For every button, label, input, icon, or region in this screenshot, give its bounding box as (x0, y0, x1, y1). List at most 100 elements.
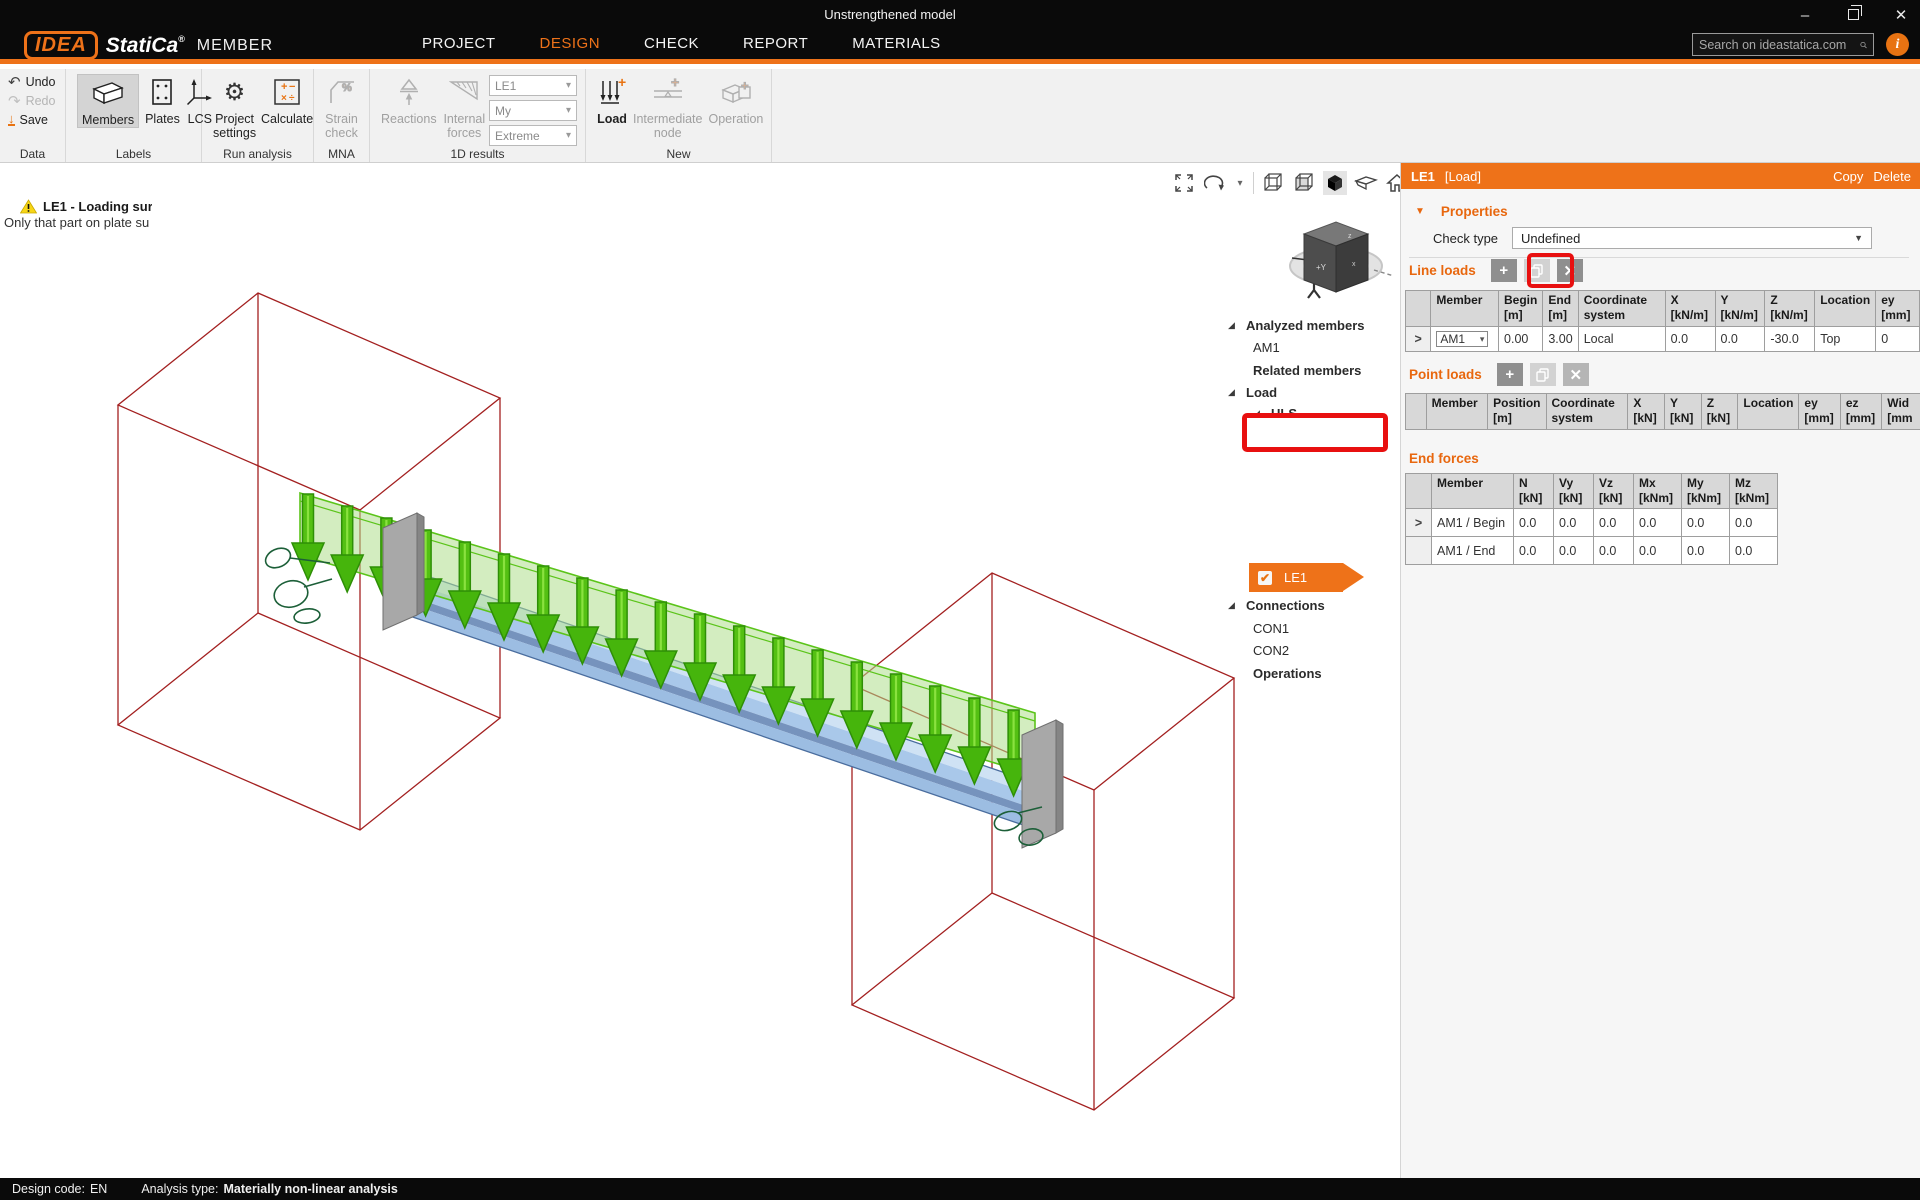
rotate-options-chevron[interactable]: ▾ (1234, 171, 1246, 195)
add-point-load-button[interactable]: + (1497, 363, 1523, 386)
zoom-fit-button[interactable] (1172, 171, 1196, 195)
navigation-cube[interactable]: +Y z x (1278, 208, 1398, 308)
line-loads-table: Member Begin[m] End[m] Coordinatesystem … (1405, 290, 1920, 352)
group-label-1d-results: 1D results (370, 147, 585, 161)
tree-item-load[interactable]: ◢Load (1228, 385, 1277, 400)
transparent-view-button[interactable] (1292, 171, 1316, 195)
result-component-dropdown[interactable]: My▾ (489, 100, 577, 121)
expander-icon[interactable]: ◢ (1228, 387, 1238, 398)
menu-materials[interactable]: MATERIALS (830, 30, 962, 59)
tree-item-related-members[interactable]: Related members (1253, 363, 1361, 378)
wireframe-view-button[interactable] (1261, 171, 1285, 195)
rotate-icon (1204, 173, 1226, 193)
z-cell[interactable]: -30.0 (1765, 327, 1815, 352)
info-icon[interactable]: i (1886, 33, 1909, 56)
extreme-dropdown[interactable]: Extreme▾ (489, 125, 577, 146)
calculate-button[interactable]: +−×÷ Calculate (262, 74, 312, 126)
delete-button[interactable]: Delete (1873, 169, 1911, 184)
zoom-fit-icon (1174, 173, 1194, 193)
warning-title: LE1 - Loading surfa (43, 199, 152, 214)
check-type-dropdown[interactable]: Undefined ▼ (1512, 227, 1872, 249)
svg-text:x: x (1352, 261, 1356, 268)
strain-check-button[interactable]: % Strain check (325, 74, 358, 141)
tree-item-operations[interactable]: Operations (1253, 666, 1322, 681)
properties-panel: LE1 [Load] Copy Delete ▼ Properties Chec… (1400, 163, 1920, 1178)
x-cell[interactable]: 0.0 (1665, 327, 1715, 352)
row-selector[interactable]: > (1406, 327, 1431, 352)
clip-view-button[interactable] (1354, 171, 1378, 195)
svg-text:+Y: +Y (1316, 263, 1327, 272)
ribbon-group-1d-results: Reactions Internal forces LE1▾ My▾ Extre… (370, 69, 586, 162)
tree-item-am1[interactable]: AM1 (1253, 340, 1280, 355)
svg-text:÷: ÷ (289, 93, 295, 104)
ey-cell[interactable]: 0 (1876, 327, 1920, 352)
chevron-down-icon: ▼ (1854, 233, 1863, 243)
svg-text:×: × (281, 93, 287, 104)
menu-report[interactable]: REPORT (721, 30, 830, 59)
tree-item-connections[interactable]: ◢Connections (1228, 598, 1325, 613)
restore-button[interactable] (1842, 7, 1864, 24)
panel-header: LE1 [Load] Copy Delete (1401, 163, 1920, 189)
begin-cell[interactable]: 0.00 (1499, 327, 1543, 352)
load-effect-dropdown[interactable]: LE1▾ (489, 75, 577, 96)
add-line-load-button[interactable]: + (1491, 259, 1517, 282)
tree-item-con1[interactable]: CON1 (1253, 621, 1289, 636)
plates-button[interactable]: Plates (145, 74, 180, 126)
members-button[interactable]: Members (77, 74, 139, 128)
member-dropdown[interactable]: AM1▾ (1436, 331, 1488, 347)
redo-button[interactable]: ↷Redo (8, 91, 55, 110)
idea-logo-icon: IDEA (24, 31, 98, 60)
le1-checkbox[interactable]: ✔ (1258, 571, 1272, 585)
reactions-button[interactable]: Reactions (381, 74, 437, 126)
analysis-type-value: Materially non-linear analysis (223, 1182, 397, 1196)
coordinate-system-cell[interactable]: Local (1578, 327, 1665, 352)
tree-item-le1-selected[interactable]: ✔ LE1 (1249, 563, 1343, 592)
operation-button[interactable]: + Operation (708, 74, 763, 126)
delete-point-load-button[interactable]: ✕ (1563, 363, 1589, 386)
save-button[interactable]: ↓Save (8, 110, 55, 129)
ribbon-group-labels: Members Plates LCS Labels (66, 69, 202, 162)
project-settings-button[interactable]: ⚙ Project settings (213, 74, 256, 141)
y-cell[interactable]: 0.0 (1715, 327, 1765, 352)
svg-text:+: + (671, 77, 679, 90)
3d-scene[interactable] (0, 163, 1400, 1178)
intermediate-node-button[interactable]: + Intermediate node (633, 74, 702, 141)
rotate-view-button[interactable] (1203, 171, 1227, 195)
expander-icon[interactable]: ◢ (1228, 600, 1238, 611)
close-button[interactable]: ✕ (1890, 6, 1912, 24)
collapse-icon[interactable]: ▼ (1415, 206, 1425, 217)
copy-point-load-button[interactable] (1530, 363, 1556, 386)
svg-text:+: + (618, 77, 626, 90)
load-button[interactable]: + Load (597, 74, 627, 126)
internal-forces-button[interactable]: Internal forces (443, 74, 486, 141)
undo-icon: ↶ (8, 73, 21, 91)
3d-viewport[interactable]: LE1 - Loading surfa Only that part on pl… (0, 163, 1400, 1178)
copy-button[interactable]: Copy (1833, 169, 1863, 184)
members-icon (91, 75, 125, 111)
warning-text: Only that part on plate su (4, 215, 152, 230)
tree-item-analyzed-members[interactable]: ◢Analyzed members (1228, 318, 1365, 333)
point-loads-table: Member Position[m] Coordinatesystem X[kN… (1405, 393, 1920, 430)
brand-reg: ® (178, 34, 185, 44)
search-input[interactable] (1699, 38, 1860, 52)
menu-design[interactable]: DESIGN (518, 30, 623, 59)
undo-button[interactable]: ↶Undo (8, 72, 55, 91)
row-selector[interactable]: > (1406, 509, 1432, 537)
svg-text:+: + (281, 81, 287, 93)
ribbon-group-new: + Load + Intermediate node + Operation N… (586, 69, 772, 162)
location-cell[interactable]: Top (1815, 327, 1876, 352)
title-bar: Unstrengthened model – ✕ (0, 0, 1920, 30)
expander-icon[interactable]: ◢ (1228, 320, 1238, 331)
menu-check[interactable]: CHECK (622, 30, 721, 59)
plates-icon (151, 74, 173, 110)
gear-icon: ⚙ (224, 74, 246, 110)
end-cell[interactable]: 3.00 (1543, 327, 1578, 352)
tree-item-con2[interactable]: CON2 (1253, 643, 1289, 658)
solid-view-button[interactable] (1323, 171, 1347, 195)
minimize-button[interactable]: – (1794, 7, 1816, 24)
search-box[interactable] (1692, 33, 1874, 56)
annotation-box-delete-line-load (1527, 253, 1574, 288)
menu-project[interactable]: PROJECT (400, 30, 518, 59)
brand-module: MEMBER (197, 37, 273, 55)
panel-title: LE1 (1411, 169, 1435, 184)
